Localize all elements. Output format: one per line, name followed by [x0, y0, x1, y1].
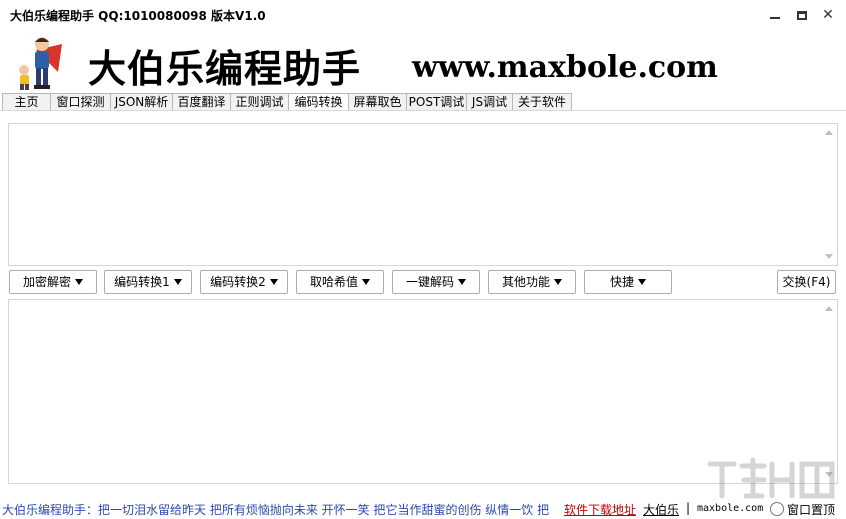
encrypt-decrypt-label: 加密解密 [22, 275, 71, 289]
download-link[interactable]: 软件下载地址 [564, 501, 636, 518]
website-title: www.maxbole.com [412, 50, 718, 85]
tab-baidu-translate[interactable]: 百度翻译 [172, 93, 230, 111]
dropdown-arrow-icon [362, 279, 370, 285]
window-title: 大伯乐编程助手 QQ:1010080098 版本V1.0 [10, 9, 266, 23]
one-click-decode-button[interactable]: 一键解码 [392, 270, 480, 294]
hash-value-button[interactable]: 取哈希值 [296, 270, 384, 294]
banner: 大伯乐编程助手 www.maxbole.com [0, 30, 846, 92]
input-scrollbar[interactable] [821, 124, 837, 265]
shortcuts-button[interactable]: 快捷 [584, 270, 672, 294]
topmost-label[interactable]: 窗口置顶 [787, 501, 835, 518]
tab-window-probe[interactable]: 窗口探测 [50, 93, 110, 111]
tab-about[interactable]: 关于软件 [512, 93, 572, 111]
tab-home[interactable]: 主页 [2, 93, 50, 111]
status-bar: 大伯乐编程助手：把一切泪水留给昨天 把所有烦恼抛向未来 开怀一笑 把它当作甜蜜的… [0, 499, 846, 519]
tab-encoding-convert[interactable]: 编码转换 [288, 93, 348, 111]
tab-json-parse[interactable]: JSON解析 [110, 93, 172, 111]
dropdown-arrow-icon [638, 279, 646, 285]
input-textarea[interactable] [8, 123, 838, 266]
dropdown-arrow-icon [269, 279, 278, 285]
encoding-convert-1-label: 编码转换1 [114, 275, 170, 289]
tab-divider [0, 110, 846, 111]
title-bar: 大伯乐编程助手 QQ:1010080098 版本V1.0 ✕ [0, 0, 846, 30]
status-separator: | [686, 501, 691, 515]
maximize-icon [797, 10, 807, 20]
other-functions-button[interactable]: 其他功能 [488, 270, 576, 294]
tab-color-picker[interactable]: 屏幕取色 [348, 93, 406, 111]
maximize-button[interactable] [792, 5, 812, 25]
other-functions-label: 其他功能 [501, 275, 550, 289]
swap-button[interactable]: 交换(F4) [777, 270, 836, 294]
close-icon: ✕ [822, 7, 834, 23]
minimize-button[interactable] [765, 5, 785, 25]
dropdown-arrow-icon [75, 279, 83, 285]
dropdown-arrow-icon [554, 279, 562, 285]
domain-link[interactable]: maxbole.com [697, 503, 763, 514]
tab-js-debug[interactable]: JS调试 [466, 93, 512, 111]
hash-value-label: 取哈希值 [309, 275, 358, 289]
watermark-logo-icon [707, 457, 835, 499]
encoding-convert-2-label: 编码转换2 [210, 275, 266, 289]
author-link[interactable]: 大伯乐 [643, 501, 679, 518]
tab-regex-debug[interactable]: 正则调试 [230, 93, 288, 111]
scroll-up-icon[interactable] [825, 306, 833, 311]
tab-bar: 主页 窗口探测 JSON解析 百度翻译 正则调试 编码转换 屏幕取色 POST调… [2, 93, 572, 111]
dropdown-arrow-icon [458, 279, 466, 285]
slogan-text: 大伯乐编程助手：把一切泪水留给昨天 把所有烦恼抛向未来 开怀一笑 把它当作甜蜜的… [2, 503, 550, 517]
dropdown-arrow-icon [173, 279, 182, 285]
brand-title: 大伯乐编程助手 [88, 46, 362, 91]
tab-post-debug[interactable]: POST调试 [406, 93, 466, 111]
encoding-convert-1-button[interactable]: 编码转换1 [104, 270, 192, 294]
close-button[interactable]: ✕ [818, 5, 838, 25]
scroll-up-icon[interactable] [825, 130, 833, 135]
encrypt-decrypt-button[interactable]: 加密解密 [9, 270, 97, 294]
minimize-icon [770, 17, 780, 19]
shortcuts-label: 快捷 [609, 275, 634, 289]
topmost-radio[interactable] [770, 502, 784, 516]
scroll-down-icon[interactable] [825, 254, 833, 259]
encoding-convert-2-button[interactable]: 编码转换2 [200, 270, 288, 294]
one-click-decode-label: 一键解码 [405, 275, 454, 289]
superhero-mascot-icon [19, 37, 62, 90]
